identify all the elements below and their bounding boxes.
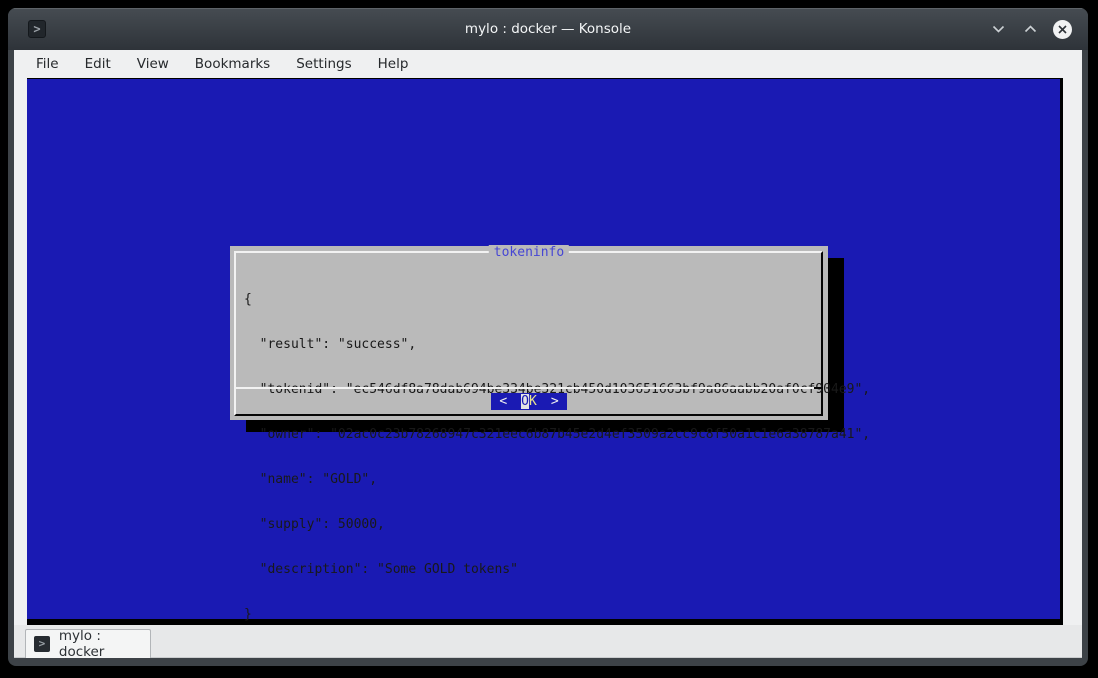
dialog-title: tokeninfo <box>489 245 569 260</box>
tabbar: > mylo : docker <box>14 625 1082 658</box>
ok-left-angle: < <box>499 394 507 409</box>
menu-bookmarks[interactable]: Bookmarks <box>194 54 271 74</box>
terminal-screen[interactable]: tokeninfo { "result": "success", "tokeni… <box>27 79 1060 619</box>
ok-hotkey-cursor: O <box>521 394 529 409</box>
dialog-button-row: < OK > <box>230 393 828 410</box>
menu-help[interactable]: Help <box>377 54 410 74</box>
ok-right-angle: > <box>551 394 559 409</box>
menu-view[interactable]: View <box>136 54 170 74</box>
titlebar[interactable]: > mylo : docker — Konsole <box>8 8 1088 50</box>
close-icon <box>1053 20 1072 39</box>
tokeninfo-dialog: tokeninfo { "result": "success", "tokeni… <box>230 246 828 420</box>
chevron-down-icon <box>992 25 1005 33</box>
terminal-view: tokeninfo { "result": "success", "tokeni… <box>27 78 1063 625</box>
dialog-separator <box>235 387 823 389</box>
json-line: "owner": "02ac0c23b78268947c321eec6b87b4… <box>244 427 870 442</box>
json-line: { <box>244 292 870 307</box>
ok-label-rest: K <box>529 394 537 409</box>
json-line: "name": "GOLD", <box>244 472 870 487</box>
minimize-button[interactable] <box>988 19 1008 39</box>
tab-mylo-docker[interactable]: > mylo : docker <box>25 629 151 658</box>
json-line: } <box>244 607 870 622</box>
window-title: mylo : docker — Konsole <box>8 21 1088 37</box>
close-button[interactable] <box>1052 19 1072 39</box>
dialog-json-output: { "result": "success", "tokenid": "ec546… <box>244 262 870 652</box>
menubar: File Edit View Bookmarks Settings Help <box>14 50 1082 78</box>
menu-edit[interactable]: Edit <box>84 54 112 74</box>
tab-label: mylo : docker <box>59 628 150 660</box>
json-line: "result": "success", <box>244 337 870 352</box>
ok-button[interactable]: < OK > <box>491 393 566 410</box>
menu-file[interactable]: File <box>35 54 60 74</box>
konsole-window: > mylo : docker — Konsole <box>8 8 1088 666</box>
window-controls <box>988 8 1072 50</box>
maximize-button[interactable] <box>1020 19 1040 39</box>
chevron-up-icon <box>1024 25 1037 33</box>
menu-settings[interactable]: Settings <box>295 54 352 74</box>
konsole-app-icon[interactable]: > <box>28 20 46 38</box>
terminal-margin: tokeninfo { "result": "success", "tokeni… <box>14 78 1082 625</box>
json-line: "description": "Some GOLD tokens" <box>244 562 870 577</box>
konsole-tab-icon: > <box>34 636 50 652</box>
json-line: "supply": 50000, <box>244 517 870 532</box>
